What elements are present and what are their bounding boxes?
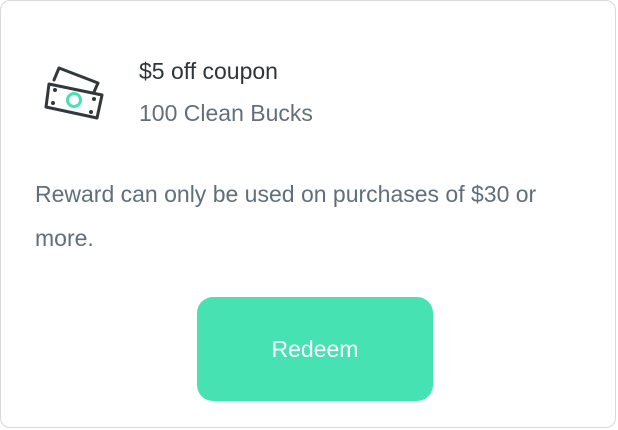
redeem-button[interactable]: Redeem — [197, 297, 433, 401]
reward-description: Reward can only be used on purchases of … — [35, 181, 537, 251]
reward-cost: 100 Clean Bucks — [139, 100, 313, 126]
cash-icon — [41, 59, 107, 125]
reward-title: $5 off coupon — [139, 58, 278, 84]
reward-card: $5 off coupon 100 Clean Bucks Reward can… — [0, 0, 616, 428]
